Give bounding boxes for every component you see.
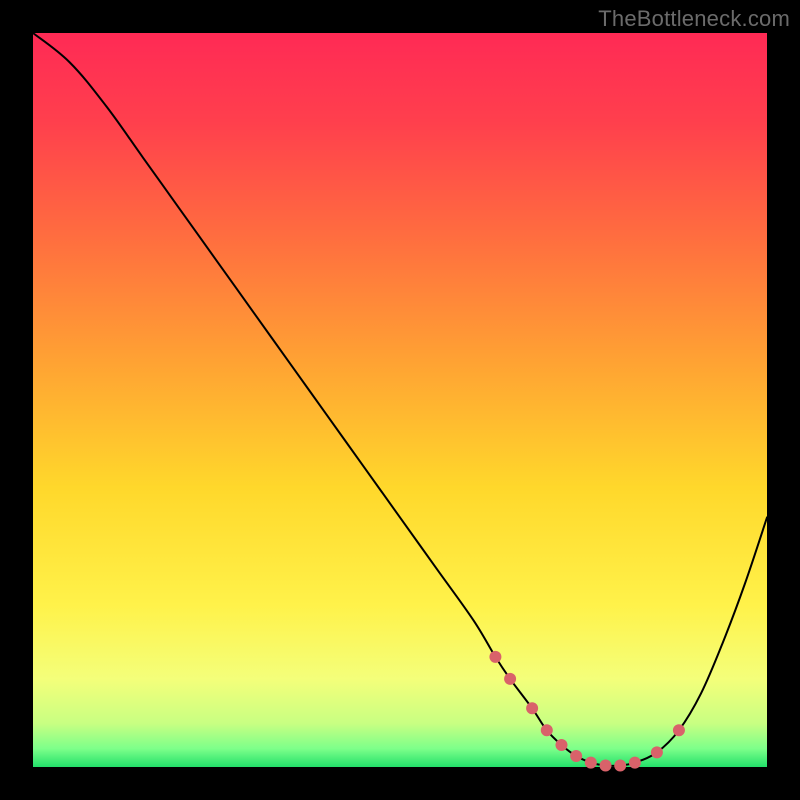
optimal-marker [541,724,553,736]
chart-container: { "watermark": "TheBottleneck.com", "cha… [0,0,800,800]
optimal-marker [526,702,538,714]
optimal-marker [651,746,663,758]
optimal-marker [504,673,516,685]
optimal-marker [614,760,626,772]
optimal-marker [489,651,501,663]
optimal-marker [570,750,582,762]
optimal-marker [585,757,597,769]
bottleneck-chart [0,0,800,800]
optimal-marker [673,724,685,736]
optimal-marker [629,757,641,769]
optimal-marker [555,739,567,751]
watermark-text: TheBottleneck.com [598,6,790,32]
optimal-marker [600,760,612,772]
plot-background [33,33,767,767]
